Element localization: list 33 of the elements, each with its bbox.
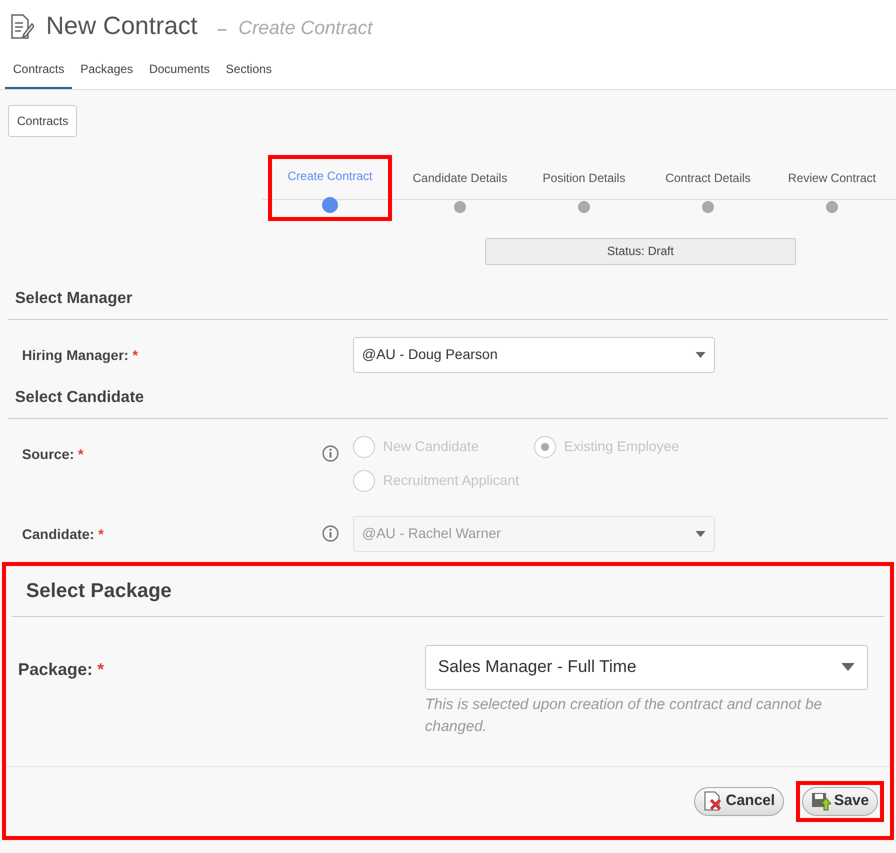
info-icon (322, 524, 339, 542)
nav-tab[interactable]: Packages (72, 58, 142, 88)
field-label: Package: * (18, 658, 104, 681)
field-label: Candidate: * (22, 524, 104, 544)
section-title: Select Package (26, 580, 172, 602)
section-title: Select Manager (15, 290, 132, 306)
cancel-button[interactable]: Cancel (694, 786, 784, 816)
help-text: This is selected upon creation of the contract and cannot be changed. (425, 694, 823, 736)
save-button[interactable]: Save (802, 786, 878, 816)
nav-tab[interactable]: Sections (218, 58, 280, 88)
page-title: New Contract (46, 11, 198, 42)
field-label: Source: * (22, 444, 84, 464)
select-field[interactable]: @AU - Doug Pearson (353, 336, 715, 372)
nav-tab[interactable]: Documents (141, 58, 218, 88)
status-bar: Status: Draft (485, 238, 796, 264)
page-subtitle: Create Contract (238, 17, 372, 41)
info-icon (322, 444, 339, 462)
select-field[interactable]: Sales Manager - Full Time (425, 644, 868, 690)
contracts-button[interactable]: Contracts (8, 104, 78, 136)
title-separator: – (217, 20, 226, 40)
wizard-step[interactable]: Contract Details (646, 160, 770, 220)
section-title: Select Candidate (15, 388, 144, 406)
caret-icon (695, 352, 706, 358)
wizard-step[interactable]: Review Contract (770, 160, 894, 220)
wizard-step[interactable]: Candidate Details (398, 160, 522, 220)
caret-icon (841, 663, 855, 671)
document-edit-icon (10, 14, 34, 40)
field-label: Hiring Manager: * (22, 346, 138, 365)
wizard-step[interactable]: Position Details (522, 160, 646, 220)
save-icon (810, 791, 831, 811)
caret-icon (695, 530, 706, 536)
nav-tab[interactable]: Contracts (5, 58, 72, 88)
cancel-icon (702, 791, 723, 811)
